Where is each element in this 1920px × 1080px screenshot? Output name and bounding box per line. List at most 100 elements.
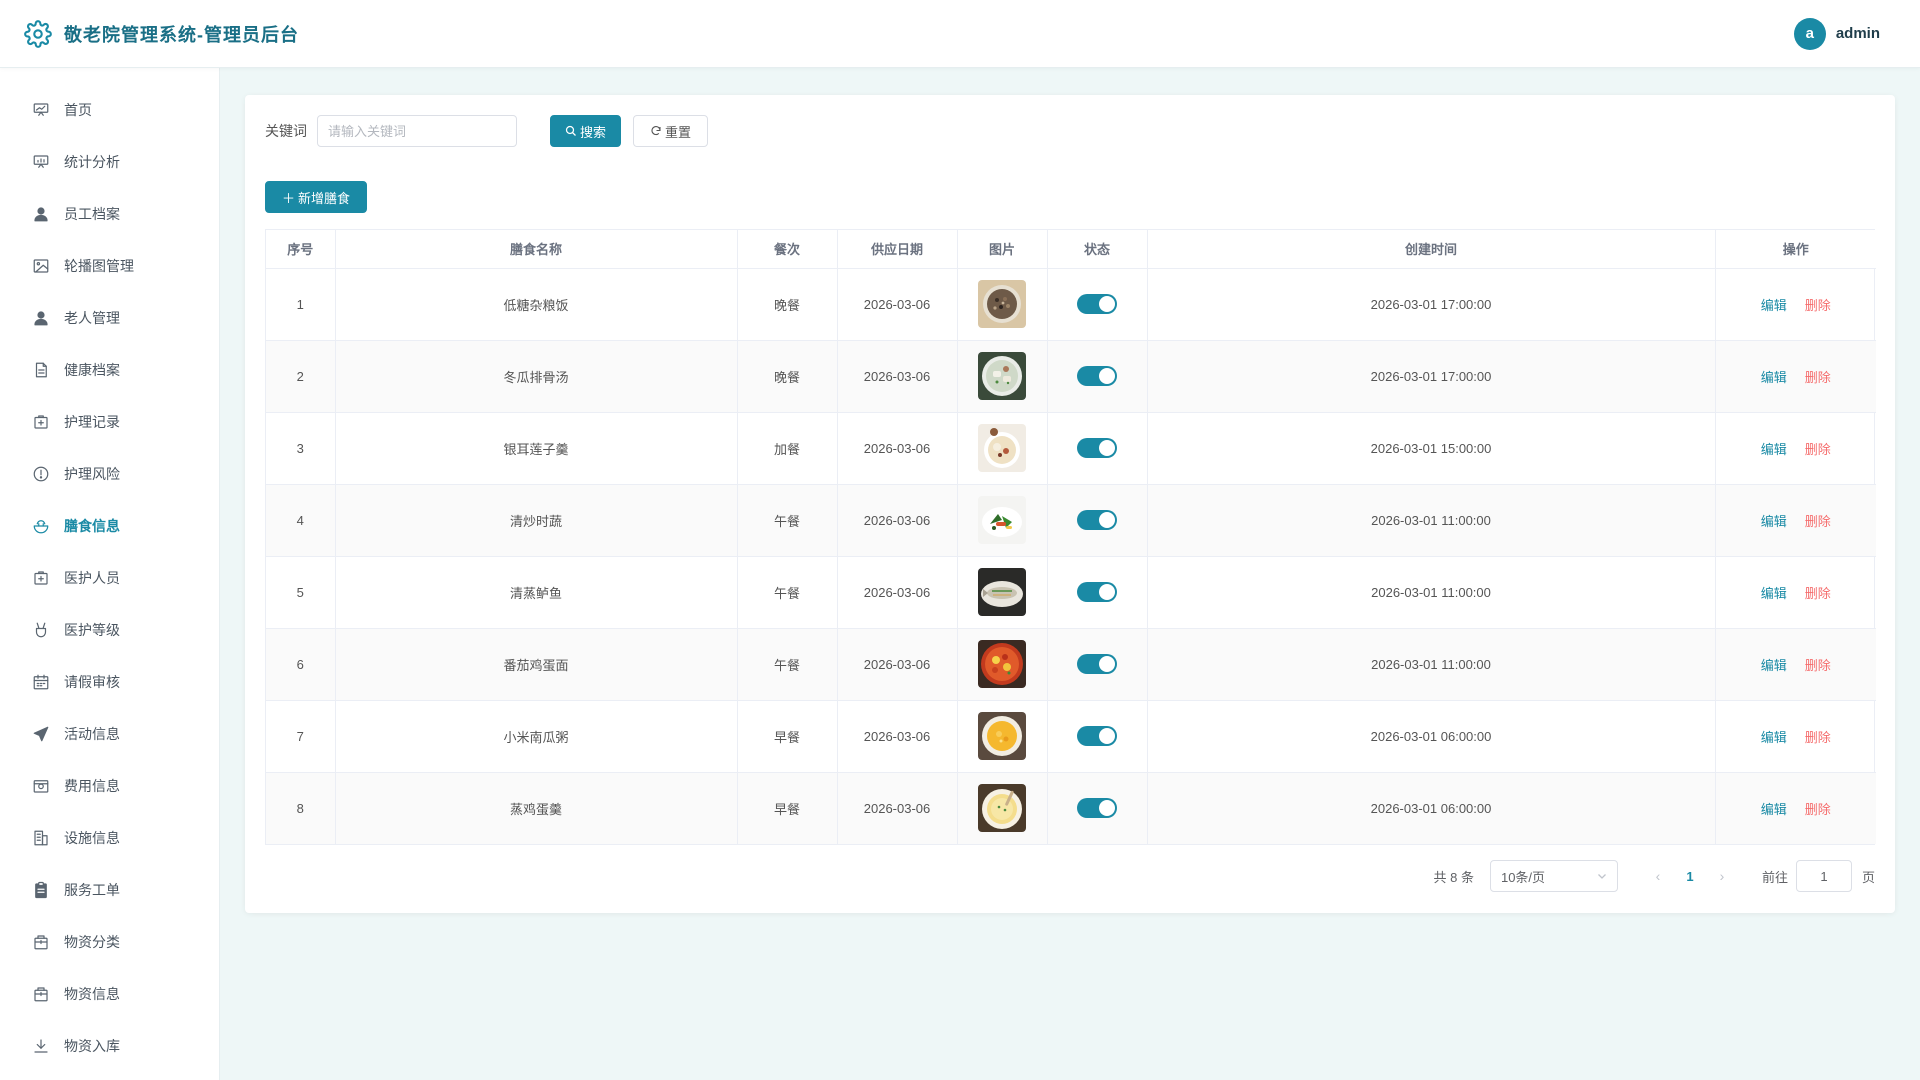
search-input[interactable] <box>317 115 517 147</box>
sidebar-item[interactable]: 健康档案 <box>0 344 219 396</box>
cell-meal-name: 小米南瓜粥 <box>335 700 738 773</box>
delete-button[interactable]: 删除 <box>1805 514 1831 529</box>
edit-button[interactable]: 编辑 <box>1761 514 1787 529</box>
search-button[interactable]: 搜索 <box>550 115 622 147</box>
cell-image <box>957 700 1048 773</box>
page-number[interactable]: 1 <box>1674 869 1706 884</box>
edit-button[interactable]: 编辑 <box>1761 802 1787 817</box>
sidebar-item-label: 轮播图管理 <box>64 258 134 274</box>
cell-meal-name: 蒸鸡蛋羹 <box>335 772 738 844</box>
avatar[interactable]: a <box>1793 17 1826 50</box>
edit-button[interactable]: 编辑 <box>1761 442 1787 457</box>
delete-button[interactable]: 删除 <box>1805 370 1831 385</box>
cell-supply-date: 2026-03-06 <box>837 700 958 773</box>
sidebar-item[interactable]: 医护人员 <box>0 552 219 604</box>
food-thumbnail[interactable] <box>978 424 1026 472</box>
cell-meal-name: 番茄鸡蛋面 <box>335 628 738 701</box>
sidebar-item-label: 首页 <box>64 102 92 118</box>
cell-status <box>1047 556 1148 629</box>
sidebar-item[interactable]: 员工档案 <box>0 188 219 240</box>
first-aid-icon <box>34 415 48 429</box>
goto-page-input[interactable] <box>1795 860 1852 892</box>
send-icon <box>33 726 49 742</box>
cell-index: 4 <box>266 484 336 557</box>
edit-button[interactable]: 编辑 <box>1761 658 1787 673</box>
status-toggle[interactable] <box>1077 366 1117 386</box>
add-meal-button[interactable]: ＋ 新增膳食 <box>265 181 368 213</box>
delete-button[interactable]: 删除 <box>1805 658 1831 673</box>
cell-meal-name: 银耳莲子羹 <box>335 412 738 485</box>
edit-button[interactable]: 编辑 <box>1761 730 1787 745</box>
user-icon <box>34 207 48 222</box>
cell-meal-type: 午餐 <box>737 484 838 557</box>
prev-page-button[interactable]: ‹ <box>1642 868 1674 884</box>
main-content: 关键词 搜索 重置 ＋ 新增膳食 序号膳食名称餐次供应日期图片状态创建时间操作 … <box>245 95 1895 913</box>
cell-meal-type: 午餐 <box>737 628 838 701</box>
column-header: 操作 <box>1715 230 1876 269</box>
sidebar-item[interactable]: 护理记录 <box>0 396 219 448</box>
document-icon <box>35 362 47 378</box>
medal-icon <box>35 622 47 638</box>
sidebar-item[interactable]: 服务工单 <box>0 864 219 916</box>
status-toggle[interactable] <box>1077 582 1117 602</box>
cell-created-time: 2026-03-01 15:00:00 <box>1147 412 1716 485</box>
sidebar-item[interactable]: 护理风险 <box>0 448 219 500</box>
cell-status <box>1047 412 1148 485</box>
sidebar-item[interactable]: 物资信息 <box>0 968 219 1020</box>
food-thumbnail[interactable] <box>978 784 1026 833</box>
food-thumbnail[interactable] <box>978 640 1026 688</box>
sidebar: 首页统计分析 员工档案轮播图管理老人管理 健康档案 护理记录 护理风险 膳食信息医护人员医… <box>0 68 220 1080</box>
sidebar-item[interactable]: 老人管理 <box>0 292 219 344</box>
first-aid-icon <box>34 571 48 585</box>
column-header: 图片 <box>957 230 1048 269</box>
sidebar-item[interactable]: 轮播图管理 <box>0 240 219 292</box>
sidebar-item[interactable]: 医护等级 <box>0 604 219 656</box>
sidebar-item[interactable]: 物资分类 <box>0 916 219 968</box>
table-row: 3 银耳莲子羹 加餐 2026-03-06 2026-03-01 15:00:00 编辑 删… <box>266 412 1876 485</box>
status-toggle[interactable] <box>1077 726 1117 746</box>
image-icon <box>33 259 49 273</box>
cell-image <box>957 772 1048 844</box>
sidebar-item[interactable]: 费用信息 <box>0 760 219 812</box>
delete-button[interactable]: 删除 <box>1805 298 1831 313</box>
page-size-select[interactable]: 10条/页 <box>1489 860 1618 892</box>
food-thumbnail[interactable] <box>978 280 1026 328</box>
sidebar-item-label: 物资信息 <box>64 986 120 1002</box>
sidebar-item[interactable]: 活动信息 <box>0 708 219 760</box>
cell-index: 3 <box>266 412 336 485</box>
search-bar: 关键词 搜索 重置 <box>265 115 709 147</box>
delete-button[interactable]: 删除 <box>1805 730 1831 745</box>
status-toggle[interactable] <box>1077 654 1117 674</box>
reset-button[interactable]: 重置 <box>633 115 709 147</box>
status-toggle[interactable] <box>1077 510 1117 530</box>
sidebar-item[interactable]: 首页 <box>0 84 219 136</box>
food-thumbnail[interactable] <box>978 568 1026 616</box>
chevron-down-icon <box>1598 874 1606 879</box>
sidebar-item[interactable]: 请假审核 <box>0 656 219 708</box>
sidebar-item[interactable]: 物资入库 <box>0 1020 219 1072</box>
delete-button[interactable]: 删除 <box>1805 802 1831 817</box>
delete-button[interactable]: 删除 <box>1805 442 1831 457</box>
sidebar-item[interactable]: 统计分析 <box>0 136 219 188</box>
food-thumbnail[interactable] <box>978 496 1026 544</box>
edit-button[interactable]: 编辑 <box>1761 586 1787 601</box>
meal-table: 序号 膳食名称 餐次 供应日期 图片 状态 创建时间 操作 1 低糖杂粮饭 晚餐 2026-03-0… <box>265 229 1876 845</box>
sidebar-item[interactable]: 设施信息 <box>0 812 219 864</box>
status-toggle[interactable] <box>1077 438 1117 458</box>
cell-actions: 编辑 删除 <box>1715 700 1876 773</box>
status-toggle[interactable] <box>1077 294 1117 314</box>
cell-meal-type: 早餐 <box>737 700 838 773</box>
edit-button[interactable]: 编辑 <box>1761 370 1787 385</box>
food-thumbnail[interactable] <box>978 712 1026 760</box>
food-thumbnail[interactable] <box>978 352 1026 400</box>
next-page-button[interactable]: › <box>1706 868 1738 884</box>
edit-button[interactable]: 编辑 <box>1761 298 1787 313</box>
column-header: 供应日期 <box>837 230 958 269</box>
delete-button[interactable]: 删除 <box>1805 586 1831 601</box>
user-menu[interactable]: a admin <box>1793 17 1880 50</box>
username[interactable]: admin <box>1836 25 1880 42</box>
box-icon <box>34 987 48 1002</box>
status-toggle[interactable] <box>1077 798 1117 819</box>
sidebar-item-label: 医护人员 <box>64 570 120 586</box>
sidebar-item[interactable]: 膳食信息 <box>0 500 219 552</box>
